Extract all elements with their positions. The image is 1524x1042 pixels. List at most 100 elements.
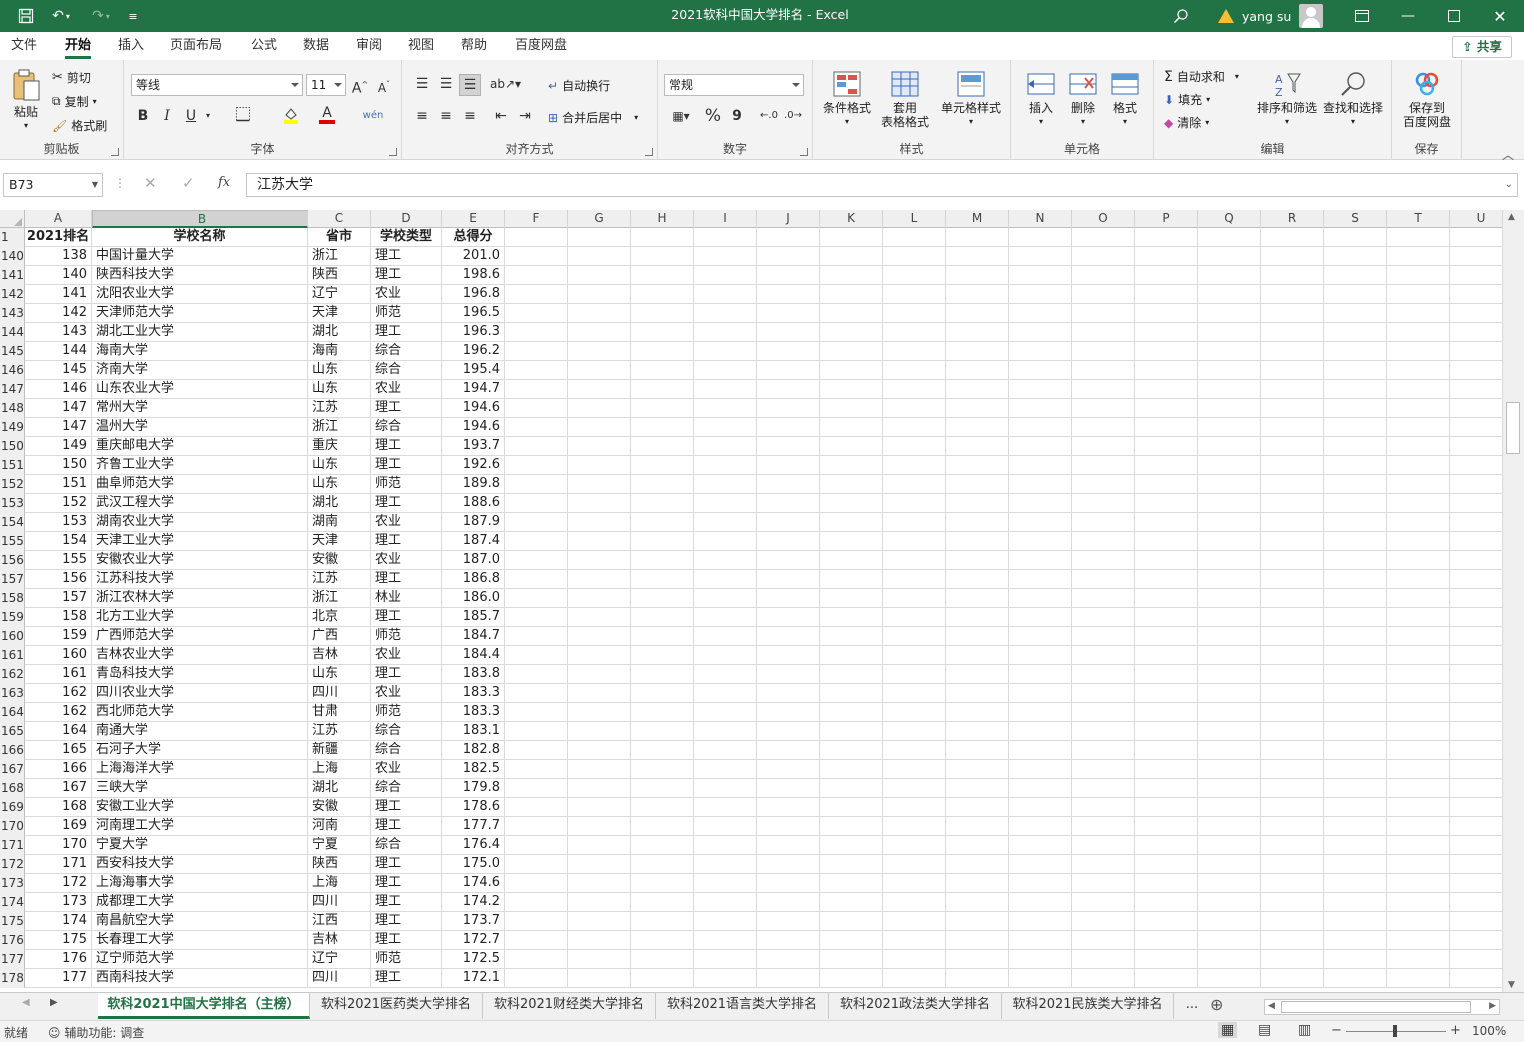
empty-cell[interactable] xyxy=(1450,608,1502,627)
empty-cell[interactable] xyxy=(1135,532,1198,551)
empty-cell[interactable] xyxy=(631,760,694,779)
column-header-f[interactable]: F xyxy=(505,210,568,228)
empty-cell[interactable] xyxy=(1135,874,1198,893)
empty-cell[interactable] xyxy=(1135,247,1198,266)
column-header-b[interactable]: B xyxy=(92,210,308,228)
empty-cell[interactable] xyxy=(820,646,883,665)
cell-rank[interactable]: 156 xyxy=(25,570,92,589)
empty-cell[interactable] xyxy=(1072,855,1135,874)
empty-cell[interactable] xyxy=(883,418,946,437)
empty-cell[interactable] xyxy=(631,475,694,494)
empty-cell[interactable] xyxy=(1261,551,1324,570)
cell-school-type[interactable]: 师范 xyxy=(371,475,442,494)
empty-cell[interactable] xyxy=(757,779,820,798)
empty-cell[interactable] xyxy=(883,399,946,418)
empty-cell[interactable] xyxy=(1135,266,1198,285)
empty-cell[interactable] xyxy=(946,342,1009,361)
empty-cell[interactable] xyxy=(1198,874,1261,893)
empty-cell[interactable] xyxy=(694,836,757,855)
empty-cell[interactable] xyxy=(757,323,820,342)
empty-cell[interactable] xyxy=(946,228,1009,247)
empty-cell[interactable] xyxy=(1135,323,1198,342)
empty-cell[interactable] xyxy=(694,513,757,532)
empty-cell[interactable] xyxy=(1198,931,1261,950)
cell-province[interactable]: 吉林 xyxy=(308,646,371,665)
empty-cell[interactable] xyxy=(1198,684,1261,703)
cell-school-name[interactable]: 天津师范大学 xyxy=(92,304,308,323)
cell-school-name[interactable]: 齐鲁工业大学 xyxy=(92,456,308,475)
empty-cell[interactable] xyxy=(694,798,757,817)
empty-cell[interactable] xyxy=(1009,285,1072,304)
empty-cell[interactable] xyxy=(1135,817,1198,836)
empty-cell[interactable] xyxy=(1387,741,1450,760)
align-top-icon[interactable]: ☰ xyxy=(411,74,433,94)
cell-school-type[interactable]: 师范 xyxy=(371,703,442,722)
empty-cell[interactable] xyxy=(820,304,883,323)
empty-cell[interactable] xyxy=(1072,722,1135,741)
cell-rank[interactable]: 145 xyxy=(25,361,92,380)
empty-cell[interactable] xyxy=(568,456,631,475)
empty-cell[interactable] xyxy=(505,969,568,988)
empty-cell[interactable] xyxy=(1387,912,1450,931)
empty-cell[interactable] xyxy=(1261,703,1324,722)
empty-cell[interactable] xyxy=(1072,323,1135,342)
empty-cell[interactable] xyxy=(1135,627,1198,646)
empty-cell[interactable] xyxy=(631,342,694,361)
cell-school-type[interactable]: 理工 xyxy=(371,874,442,893)
cell-styles-button[interactable]: 单元格样式 ▾ xyxy=(937,70,1005,129)
empty-cell[interactable] xyxy=(631,304,694,323)
empty-cell[interactable] xyxy=(946,285,1009,304)
empty-cell[interactable] xyxy=(1135,646,1198,665)
empty-cell[interactable] xyxy=(1135,912,1198,931)
empty-cell[interactable] xyxy=(1072,570,1135,589)
cell-school-name[interactable]: 陕西科技大学 xyxy=(92,266,308,285)
empty-cell[interactable] xyxy=(757,475,820,494)
close-icon[interactable]: ✕ xyxy=(1477,0,1523,32)
cell-school-name[interactable]: 安徽工业大学 xyxy=(92,798,308,817)
row-header[interactable]: 159 xyxy=(0,608,25,627)
row-header[interactable]: 169 xyxy=(0,798,25,817)
empty-cell[interactable] xyxy=(631,684,694,703)
empty-cell[interactable] xyxy=(505,532,568,551)
empty-cell[interactable] xyxy=(1135,304,1198,323)
empty-cell[interactable] xyxy=(1324,779,1387,798)
empty-cell[interactable] xyxy=(1198,494,1261,513)
empty-cell[interactable] xyxy=(820,779,883,798)
cell-score[interactable]: 172.7 xyxy=(442,931,505,950)
empty-cell[interactable] xyxy=(820,684,883,703)
cut-button[interactable]: ✂ 剪切 xyxy=(52,69,91,86)
row-header[interactable]: 156 xyxy=(0,551,25,570)
empty-cell[interactable] xyxy=(1324,703,1387,722)
empty-cell[interactable] xyxy=(1135,399,1198,418)
empty-cell[interactable] xyxy=(694,342,757,361)
cell-province[interactable]: 陕西 xyxy=(308,855,371,874)
empty-cell[interactable] xyxy=(883,266,946,285)
empty-cell[interactable] xyxy=(1261,418,1324,437)
row-header[interactable]: 166 xyxy=(0,741,25,760)
empty-cell[interactable] xyxy=(694,684,757,703)
empty-cell[interactable] xyxy=(1387,456,1450,475)
cell-school-name[interactable]: 海南大学 xyxy=(92,342,308,361)
empty-cell[interactable] xyxy=(1009,893,1072,912)
empty-cell[interactable] xyxy=(631,513,694,532)
page-break-view-icon[interactable]: ▥ xyxy=(1298,1022,1311,1038)
select-all-corner[interactable] xyxy=(0,210,25,228)
empty-cell[interactable] xyxy=(1135,741,1198,760)
empty-cell[interactable] xyxy=(1387,513,1450,532)
empty-cell[interactable] xyxy=(1324,627,1387,646)
empty-cell[interactable] xyxy=(694,456,757,475)
cell-school-type[interactable]: 综合 xyxy=(371,722,442,741)
column-header-j[interactable]: J xyxy=(757,210,820,228)
column-header-d[interactable]: D xyxy=(371,210,442,228)
empty-cell[interactable] xyxy=(1198,399,1261,418)
empty-cell[interactable] xyxy=(1387,703,1450,722)
empty-cell[interactable] xyxy=(505,741,568,760)
cell-school-type[interactable]: 理工 xyxy=(371,608,442,627)
empty-cell[interactable] xyxy=(505,266,568,285)
dialog-launcher-icon[interactable] xyxy=(645,148,653,156)
cell-school-type[interactable]: 理工 xyxy=(371,456,442,475)
empty-cell[interactable] xyxy=(1261,342,1324,361)
empty-cell[interactable] xyxy=(631,893,694,912)
cell-score[interactable]: 179.8 xyxy=(442,779,505,798)
empty-cell[interactable] xyxy=(1450,646,1502,665)
